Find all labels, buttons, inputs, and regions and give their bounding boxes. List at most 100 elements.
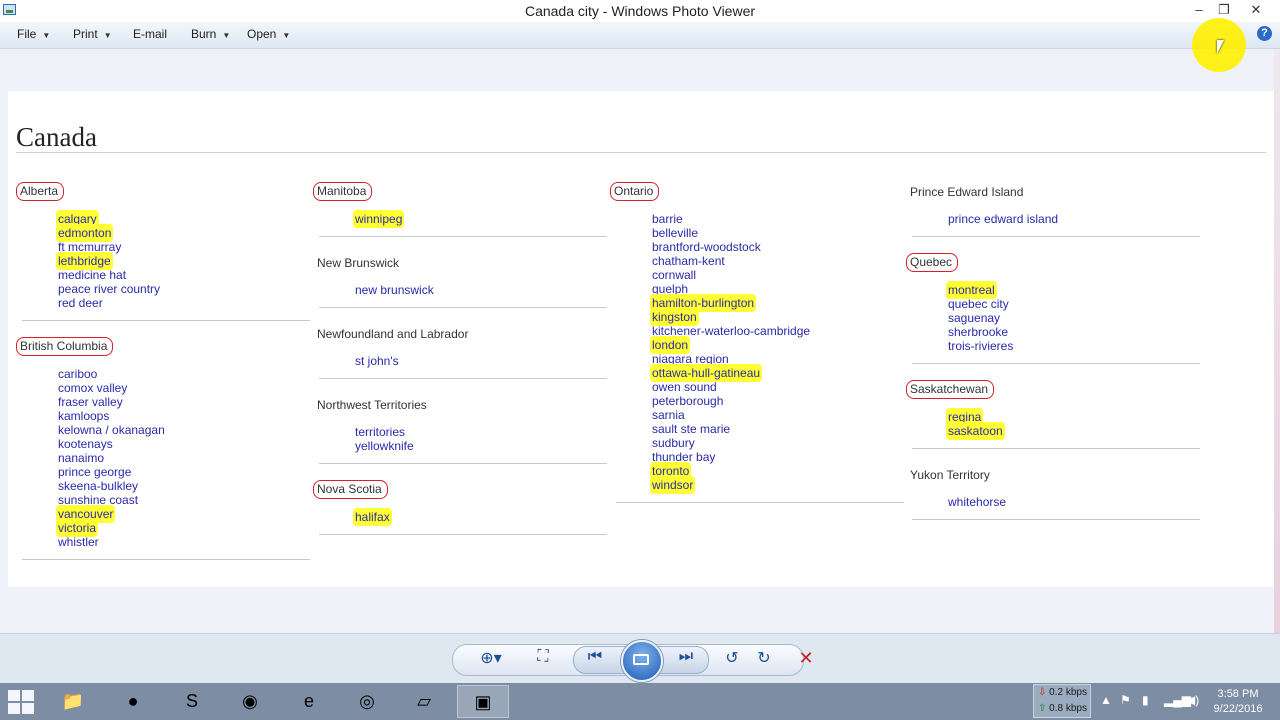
city-link[interactable]: sunshine coast	[58, 493, 165, 507]
city-list: whitehorse	[948, 495, 1006, 509]
city-link[interactable]: toronto	[652, 464, 810, 478]
city-link-text: medicine hat	[58, 268, 127, 282]
city-link[interactable]: ft mcmurray	[58, 240, 160, 254]
city-link[interactable]: guelph	[652, 282, 810, 296]
system-clock[interactable]: 3:58 PM 9/22/2016	[1203, 687, 1273, 717]
city-link[interactable]: niagara region	[652, 352, 810, 366]
city-link[interactable]: kingston	[652, 310, 810, 324]
taskbar: 📁 ● S ◉ e ◎ ▱ ▣ ⇩ 0.2 kbps ⇧ 0.8 kbps ▲ ⚑ ▮ ▂▄▆…	[0, 683, 1280, 720]
city-link[interactable]: st john's	[355, 354, 399, 368]
city-link-text: fraser valley	[58, 395, 123, 409]
notepad-icon[interactable]: ▱	[398, 685, 450, 718]
city-link[interactable]: cornwall	[652, 268, 810, 282]
city-link[interactable]: red deer	[58, 296, 160, 310]
rotate-clockwise-icon[interactable]: ↻	[751, 648, 777, 668]
city-link[interactable]: medicine hat	[58, 268, 160, 282]
city-link-text: kitchener-waterloo-cambridge	[652, 324, 811, 338]
city-link[interactable]: kelowna / okanagan	[58, 423, 165, 437]
city-link[interactable]: sarnia	[652, 408, 810, 422]
city-link[interactable]: windsor	[652, 478, 810, 492]
city-link[interactable]: comox valley	[58, 381, 165, 395]
city-link-text: thunder bay	[652, 450, 716, 464]
desktop-background-edge	[1274, 49, 1280, 633]
city-link[interactable]: winnipeg	[355, 212, 403, 226]
city-link[interactable]: yellowknife	[355, 439, 414, 453]
steam-icon[interactable]: ●	[107, 685, 159, 718]
close-button[interactable]: ✕	[1242, 0, 1270, 20]
region-heading: Alberta	[16, 182, 65, 201]
city-link[interactable]: fraser valley	[58, 395, 165, 409]
city-link[interactable]: cariboo	[58, 367, 165, 381]
city-link[interactable]: edmonton	[58, 226, 160, 240]
city-link[interactable]: saguenay	[948, 311, 1013, 325]
slideshow-button[interactable]	[621, 640, 663, 682]
open-menu[interactable]: Open ▼	[247, 27, 290, 41]
city-link[interactable]: whitehorse	[948, 495, 1006, 509]
next-icon[interactable]: ⏭	[673, 648, 699, 666]
city-link[interactable]: skeena-bulkley	[58, 479, 165, 493]
show-hidden-icons-icon[interactable]: ▲	[1100, 693, 1112, 707]
start-button[interactable]	[8, 690, 34, 714]
city-link[interactable]: hamilton-burlington	[652, 296, 810, 310]
city-link[interactable]: owen sound	[652, 380, 810, 394]
maximize-button[interactable]: ❐	[1210, 0, 1238, 20]
city-link[interactable]: thunder bay	[652, 450, 810, 464]
city-link[interactable]: calgary	[58, 212, 160, 226]
city-link[interactable]: quebec city	[948, 297, 1013, 311]
help-icon[interactable]: ?	[1257, 26, 1272, 41]
city-link-text: yellowknife	[355, 439, 414, 453]
city-link[interactable]: kitchener-waterloo-cambridge	[652, 324, 810, 338]
actual-size-icon[interactable]: ⛶	[530, 648, 556, 666]
volume-icon[interactable]: ◀)	[1186, 693, 1199, 707]
previous-icon[interactable]: ⏮	[582, 648, 608, 666]
city-link[interactable]: new brunswick	[355, 283, 434, 297]
network-speed-meter[interactable]: ⇩ 0.2 kbps ⇧ 0.8 kbps	[1033, 684, 1091, 718]
download-speed: 0.2 kbps	[1049, 687, 1087, 698]
city-link[interactable]: territories	[355, 425, 414, 439]
city-link[interactable]: london	[652, 338, 810, 352]
city-link[interactable]: kamloops	[58, 409, 165, 423]
chrome-icon[interactable]: ◎	[341, 685, 393, 718]
city-link[interactable]: montreal	[948, 283, 1013, 297]
city-link[interactable]: peterborough	[652, 394, 810, 408]
city-link[interactable]: sault ste marie	[652, 422, 810, 436]
city-link[interactable]: belleville	[652, 226, 810, 240]
email-button[interactable]: E-mail	[133, 27, 167, 41]
city-link[interactable]: trois-rivieres	[948, 339, 1013, 353]
city-link[interactable]: prince george	[58, 465, 165, 479]
city-link[interactable]: lethbridge	[58, 254, 160, 268]
city-link[interactable]: brantford-woodstock	[652, 240, 810, 254]
city-link[interactable]: halifax	[355, 510, 390, 524]
city-link[interactable]: vancouver	[58, 507, 165, 521]
city-link[interactable]: barrie	[652, 212, 810, 226]
region-heading: Northwest Territories	[317, 398, 427, 412]
city-link-text: montreal	[948, 283, 995, 297]
file-menu[interactable]: File ▼	[17, 27, 50, 41]
city-link[interactable]: nanaimo	[58, 451, 165, 465]
city-link[interactable]: prince edward island	[948, 212, 1058, 226]
command-bar: File ▼ Print ▼ E-mail Burn ▼ Open ▼	[0, 22, 1280, 49]
zoom-icon[interactable]: ⊕▾	[478, 648, 504, 668]
city-link[interactable]: whistler	[58, 535, 165, 549]
city-link[interactable]: sudbury	[652, 436, 810, 450]
delete-icon[interactable]: ✕	[793, 648, 819, 669]
photo-viewer-icon[interactable]: ▣	[457, 685, 509, 718]
city-link[interactable]: chatham-kent	[652, 254, 810, 268]
city-link[interactable]: saskatoon	[948, 424, 1003, 438]
city-link[interactable]: ottawa-hull-gatineau	[652, 366, 810, 380]
city-link[interactable]: victoria	[58, 521, 165, 535]
action-center-icon[interactable]: ⚑	[1120, 693, 1131, 707]
burn-menu[interactable]: Burn ▼	[191, 27, 230, 41]
print-menu[interactable]: Print ▼	[73, 27, 112, 41]
skype-icon[interactable]: S	[166, 685, 218, 718]
city-link[interactable]: peace river country	[58, 282, 160, 296]
minimize-button[interactable]: –	[1185, 0, 1213, 20]
city-link[interactable]: sherbrooke	[948, 325, 1013, 339]
firefox-icon[interactable]: ◉	[224, 685, 276, 718]
city-link[interactable]: kootenays	[58, 437, 165, 451]
power-icon[interactable]: ▮	[1142, 693, 1149, 707]
city-link[interactable]: regina	[948, 410, 1003, 424]
file-explorer-icon[interactable]: 📁	[47, 685, 99, 718]
rotate-counterclockwise-icon[interactable]: ↺	[719, 648, 745, 668]
internet-explorer-icon[interactable]: e	[283, 685, 335, 718]
